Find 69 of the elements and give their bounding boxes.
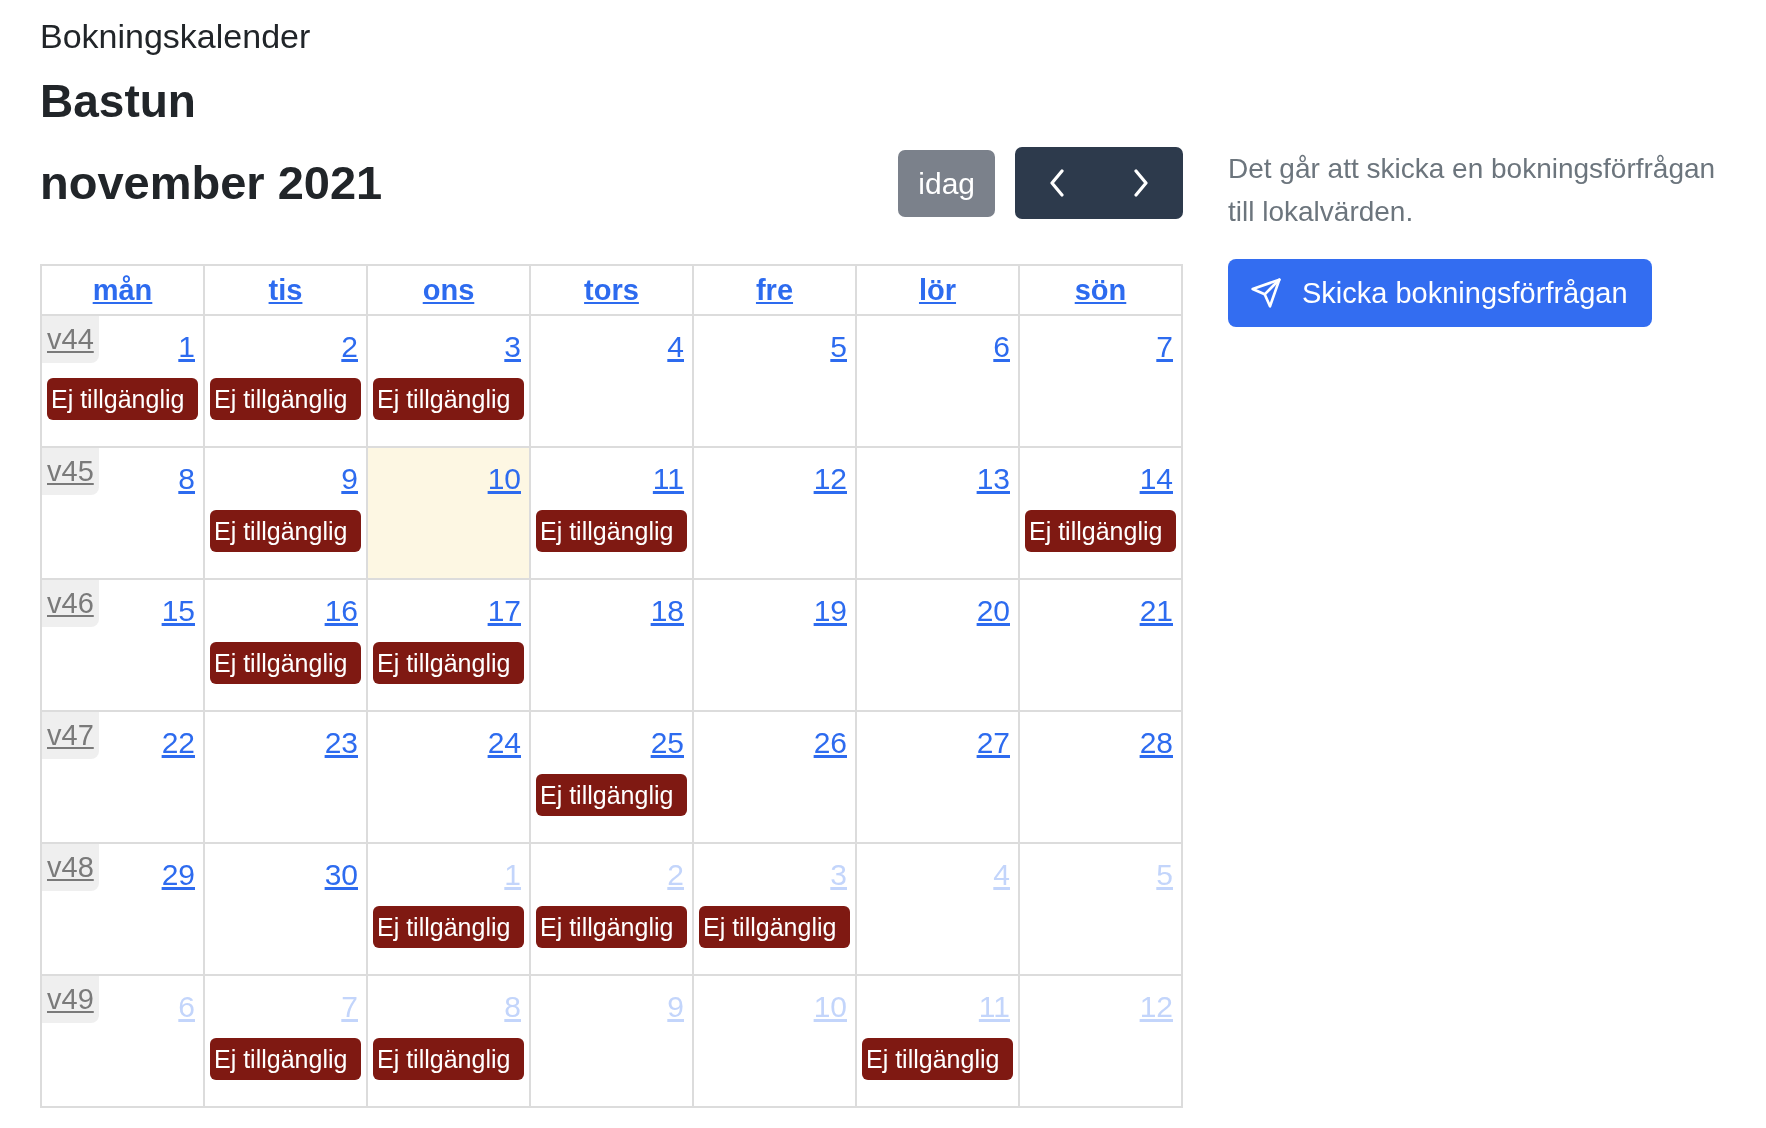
day-number-link[interactable]: 19 bbox=[813, 593, 847, 629]
day-number-link[interactable]: 7 bbox=[1156, 329, 1173, 365]
day-number-link[interactable]: 28 bbox=[1139, 725, 1173, 761]
chevron-left-icon bbox=[1049, 169, 1065, 197]
day-number-link[interactable]: 14 bbox=[1139, 461, 1173, 497]
unavailable-event: Ej tillgänglig bbox=[1025, 510, 1176, 552]
unavailable-event: Ej tillgänglig bbox=[210, 378, 361, 420]
day-number-link[interactable]: 27 bbox=[976, 725, 1010, 761]
unavailable-event: Ej tillgänglig bbox=[862, 1038, 1013, 1080]
day-number-link[interactable]: 5 bbox=[830, 329, 847, 365]
day-number-link[interactable]: 16 bbox=[324, 593, 358, 629]
weekday-link[interactable]: fre bbox=[755, 270, 794, 310]
day-number-link[interactable]: 10 bbox=[487, 461, 521, 497]
day-number-link[interactable]: 11 bbox=[652, 461, 684, 497]
day-number-link[interactable]: 20 bbox=[976, 593, 1010, 629]
day-number-link[interactable]: 15 bbox=[161, 593, 195, 629]
week-number-link[interactable]: v47 bbox=[42, 712, 99, 759]
send-request-button[interactable]: Skicka bokningsförfrågan bbox=[1228, 259, 1652, 327]
day-number-link[interactable]: 23 bbox=[324, 725, 358, 761]
unavailable-event: Ej tillgänglig bbox=[536, 774, 687, 816]
day-number-link[interactable]: 1 bbox=[178, 329, 195, 365]
day-number-link[interactable]: 6 bbox=[993, 329, 1010, 365]
unavailable-event: Ej tillgänglig bbox=[536, 510, 687, 552]
month-title: november 2021 bbox=[40, 155, 383, 211]
unavailable-event: Ej tillgänglig bbox=[699, 906, 850, 948]
unavailable-event: Ej tillgänglig bbox=[47, 378, 198, 420]
previous-month-button[interactable] bbox=[1015, 147, 1099, 219]
next-month-button[interactable] bbox=[1099, 147, 1183, 219]
unavailable-event: Ej tillgänglig bbox=[373, 906, 524, 948]
weekday-link[interactable]: ons bbox=[422, 270, 475, 310]
paper-plane-icon bbox=[1250, 277, 1282, 309]
day-number-link[interactable]: 3 bbox=[504, 329, 521, 365]
weekday-link[interactable]: lör bbox=[918, 270, 957, 310]
unavailable-event: Ej tillgänglig bbox=[536, 906, 687, 948]
unavailable-event: Ej tillgänglig bbox=[373, 1038, 524, 1080]
today-button[interactable]: idag bbox=[898, 149, 995, 217]
chevron-right-icon bbox=[1133, 169, 1149, 197]
weekday-link[interactable]: mån bbox=[92, 270, 153, 310]
day-number-link[interactable]: 4 bbox=[667, 329, 684, 365]
week-number-link[interactable]: v48 bbox=[42, 844, 99, 891]
weekday-link[interactable]: tors bbox=[584, 270, 639, 310]
day-number-link[interactable]: 22 bbox=[161, 725, 195, 761]
week-number-link[interactable]: v49 bbox=[42, 976, 99, 1023]
day-number-link[interactable]: 30 bbox=[324, 857, 358, 893]
day-number-link[interactable]: 25 bbox=[650, 725, 684, 761]
day-number-link[interactable]: 9 bbox=[341, 461, 358, 497]
unavailable-event: Ej tillgänglig bbox=[373, 378, 524, 420]
app-title: Bokningskalender bbox=[40, 16, 311, 57]
day-number-link[interactable]: 26 bbox=[813, 725, 847, 761]
unavailable-event: Ej tillgänglig bbox=[210, 1038, 361, 1080]
info-text: Det går att skicka en bokningsförfrågan till lokalvärden. bbox=[1228, 152, 1717, 229]
day-number-link[interactable]: 8 bbox=[178, 461, 195, 497]
day-number-link[interactable]: 17 bbox=[487, 593, 521, 629]
day-number-link[interactable]: 24 bbox=[487, 725, 521, 761]
week-number-link[interactable]: v46 bbox=[42, 580, 99, 627]
unavailable-event: Ej tillgänglig bbox=[210, 642, 361, 684]
week-number-link[interactable]: v44 bbox=[42, 316, 99, 363]
unavailable-event: Ej tillgänglig bbox=[210, 510, 361, 552]
resource-title: Bastun bbox=[40, 74, 196, 129]
weekday-link[interactable]: sön bbox=[1074, 270, 1127, 310]
day-number-link[interactable]: 21 bbox=[1139, 593, 1173, 629]
week-number-link[interactable]: v45 bbox=[42, 448, 99, 495]
day-number-link[interactable]: 29 bbox=[161, 857, 195, 893]
day-number-link[interactable]: 2 bbox=[341, 329, 358, 365]
day-number-link[interactable]: 12 bbox=[813, 461, 847, 497]
unavailable-event: Ej tillgänglig bbox=[373, 642, 524, 684]
day-number-link[interactable]: 13 bbox=[976, 461, 1010, 497]
weekday-link[interactable]: tis bbox=[268, 270, 303, 310]
day-number-link[interactable]: 18 bbox=[650, 593, 684, 629]
